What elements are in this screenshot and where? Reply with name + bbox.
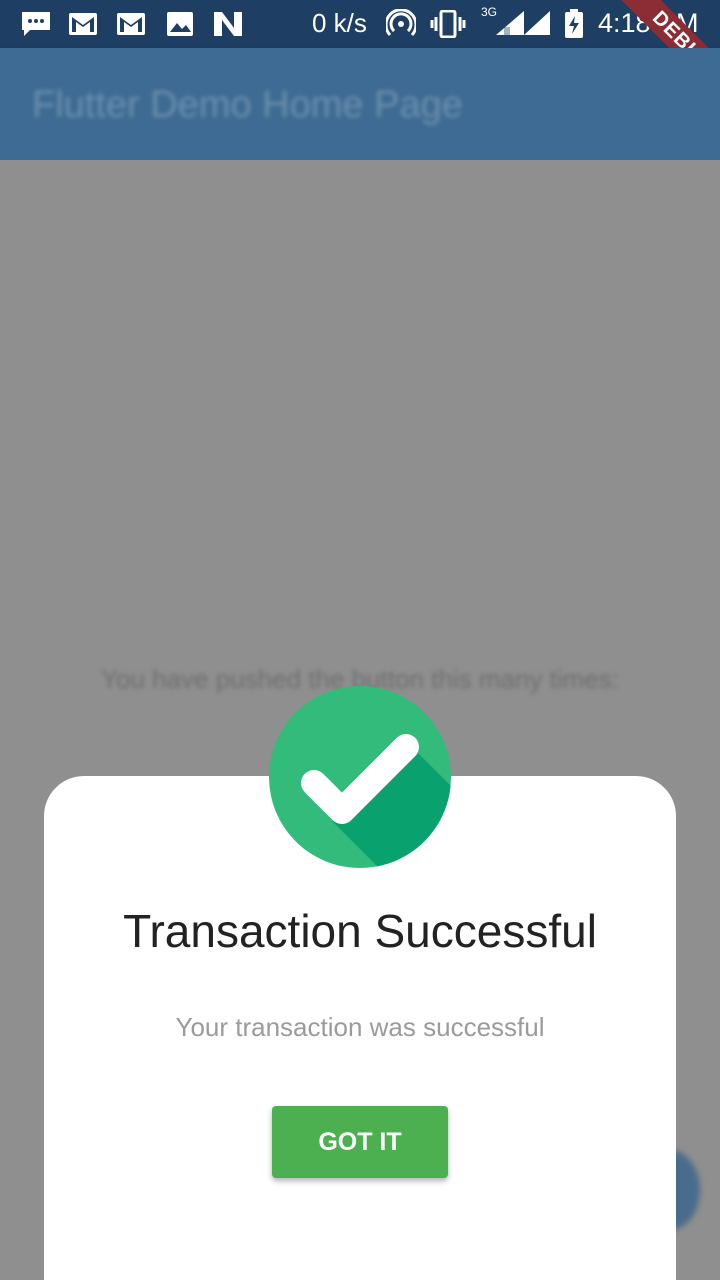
network-type: 3G xyxy=(481,5,498,19)
image-icon xyxy=(166,10,194,38)
gmail-icon xyxy=(68,10,98,38)
dialog-title: Transaction Successful xyxy=(123,905,597,957)
got-it-button[interactable]: GOT IT xyxy=(272,1106,448,1178)
signal-icon xyxy=(522,8,552,36)
gmail-icon xyxy=(116,10,146,38)
dialog-message: Your transaction was successful xyxy=(175,1012,545,1042)
app-bar-title: Flutter Demo Home Page xyxy=(32,84,463,126)
app-bar: Flutter Demo Home Page xyxy=(0,48,720,160)
message-icon xyxy=(20,10,52,38)
n-icon xyxy=(212,10,244,38)
hotspot-icon xyxy=(386,9,416,38)
success-check-icon xyxy=(268,685,452,869)
vibrate-icon xyxy=(430,10,466,38)
battery-charging-icon xyxy=(564,9,584,38)
network-speed: 0 k/s xyxy=(312,8,367,38)
